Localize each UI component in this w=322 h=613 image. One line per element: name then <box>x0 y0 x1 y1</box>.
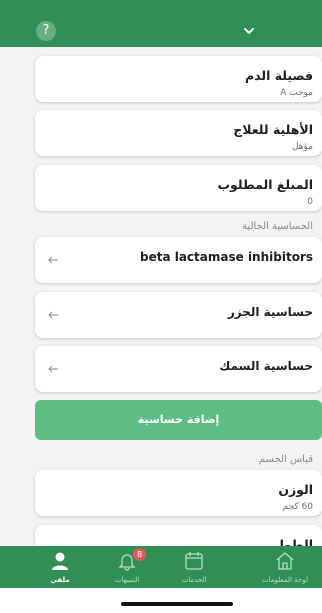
amount-value: 0 <box>307 197 313 207</box>
nav-label: لوحة المعلومات <box>262 576 308 584</box>
allergy-label: حساسية الجزر <box>227 305 313 319</box>
arrow-left-icon <box>48 365 58 373</box>
amount-title: المبلغ المطلوب <box>217 177 314 192</box>
eligibility-card: الأهلية للعلاج مؤهل <box>35 110 322 156</box>
home-indicator <box>121 602 233 606</box>
allergy-label: beta lactamase inhibitors <box>139 250 313 264</box>
weight-value: 60 كجم <box>282 502 313 512</box>
add-allergy-button[interactable]: إضافة حساسية <box>35 400 322 440</box>
blood-type-card: فصيلة الدم موجب A <box>35 56 322 102</box>
top-bar: ? <box>0 0 322 47</box>
nav-item-dashboard[interactable]: لوحة المعلومات <box>253 546 317 588</box>
blood-type-title: فصيلة الدم <box>245 68 313 83</box>
height-card: الطول <box>35 525 322 546</box>
nav-label: الخدمات <box>181 576 207 584</box>
nav-label: ملفي <box>50 576 70 584</box>
allergy-item[interactable]: حساسية السمك <box>35 346 322 392</box>
allergy-item[interactable]: حساسية الجزر <box>35 292 322 338</box>
eligibility-title: الأهلية للعلاج <box>233 122 313 137</box>
eligibility-value: مؤهل <box>291 142 313 152</box>
calendar-icon <box>185 552 203 570</box>
profile-content[interactable]: فصيلة الدم موجب A الأهلية للعلاج مؤهل ال… <box>0 47 322 546</box>
height-title: الطول <box>273 537 313 546</box>
blood-type-value: موجب A <box>280 88 313 98</box>
allergies-section-label: الحساسية الحالية <box>242 221 313 232</box>
chevron-down-icon[interactable] <box>242 24 256 38</box>
weight-card: الوزن 60 كجم <box>35 470 322 516</box>
allergy-item[interactable]: beta lactamase inhibitors <box>35 237 322 283</box>
nav-label: التنبيهات <box>114 576 140 584</box>
allergy-label: حساسية السمك <box>219 359 313 373</box>
arrow-left-icon <box>48 311 58 319</box>
system-bar-area <box>0 588 322 613</box>
notification-badge: 8 <box>133 548 146 561</box>
bottom-nav: ملفي 8 التنبيهات الخدمات لوحة المعلومات <box>0 546 322 588</box>
weight-title: الوزن <box>278 482 313 497</box>
help-button[interactable]: ? <box>36 21 56 41</box>
amount-card: المبلغ المطلوب 0 <box>35 165 322 211</box>
arrow-left-icon <box>48 256 58 264</box>
body-measure-section-label: قياس الجسم <box>258 454 313 465</box>
nav-item-my-profile[interactable]: ملفي <box>28 546 92 588</box>
home-icon <box>276 552 294 570</box>
nav-item-notifications[interactable]: 8 التنبيهات <box>95 546 159 588</box>
nav-item-services[interactable]: الخدمات <box>162 546 226 588</box>
person-icon <box>52 552 68 570</box>
